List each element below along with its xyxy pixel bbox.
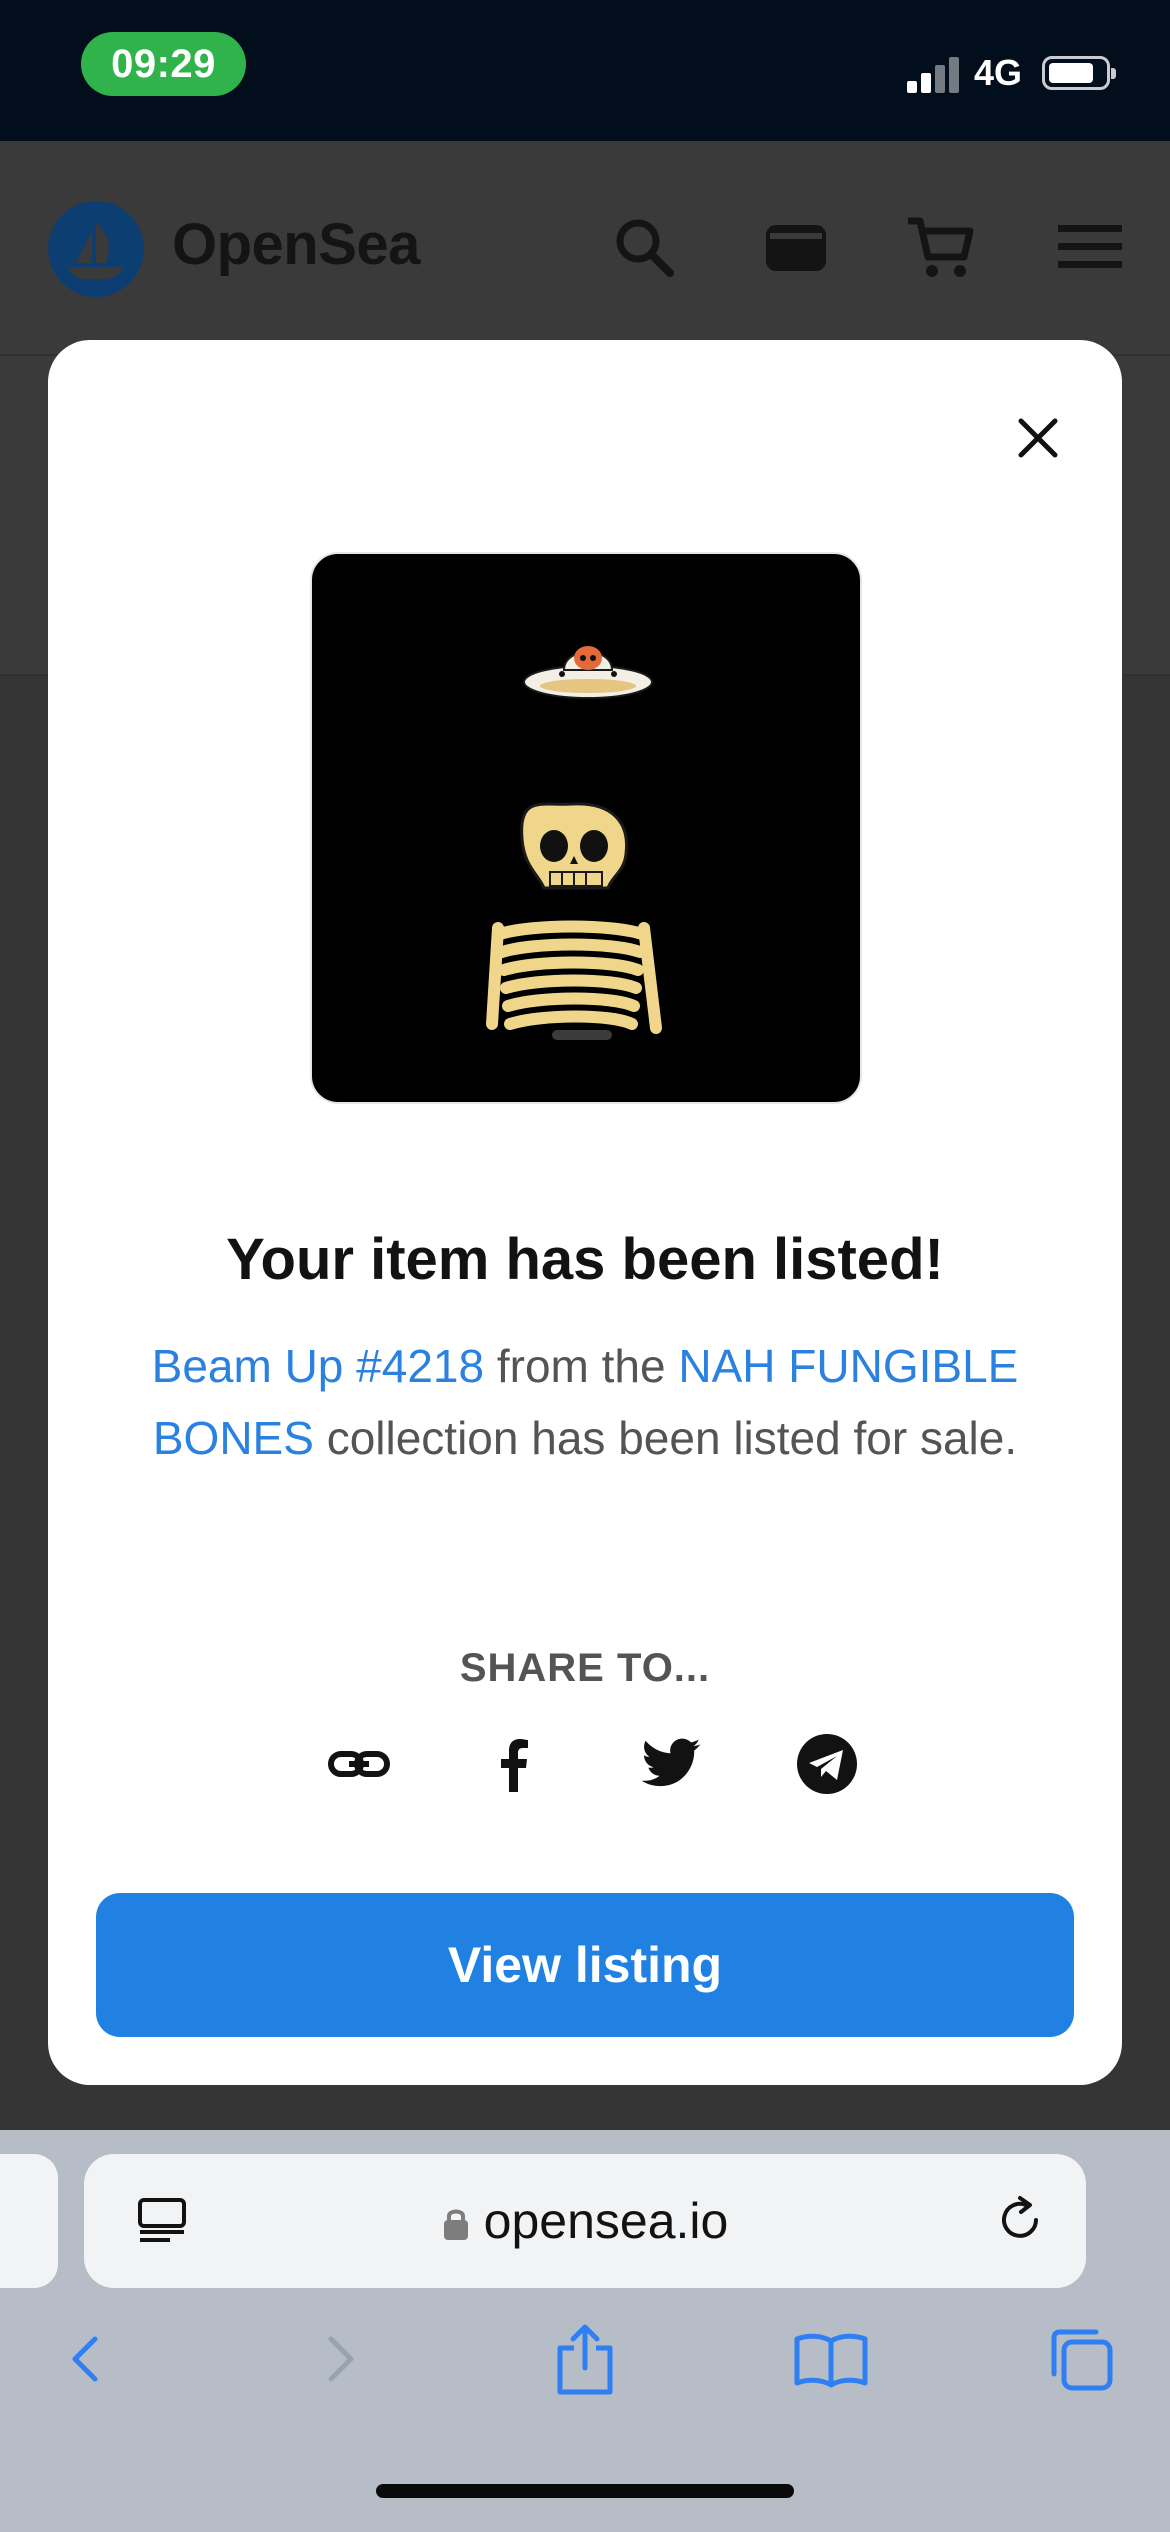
share-icon[interactable] xyxy=(540,2314,630,2404)
network-type: 4G xyxy=(974,52,1023,93)
share-buttons xyxy=(48,1724,1122,1804)
description-suffix: collection has been listed for sale. xyxy=(313,1412,1018,1464)
listing-headline: Your item has been listed! xyxy=(226,1227,944,1292)
tabs-icon[interactable] xyxy=(1036,2314,1126,2404)
listing-success-modal: Your item has been listed! Beam Up #4218… xyxy=(48,340,1122,2085)
link-icon[interactable] xyxy=(319,1724,399,1804)
back-icon[interactable] xyxy=(42,2314,132,2404)
cart-icon[interactable] xyxy=(904,211,976,283)
browser-toolbar: opensea.io xyxy=(0,2130,1170,2532)
url-display[interactable]: opensea.io xyxy=(84,2192,1086,2254)
facebook-icon[interactable] xyxy=(474,1724,554,1804)
reload-icon[interactable] xyxy=(990,2190,1050,2250)
item-name-link[interactable]: Beam Up #4218 xyxy=(152,1340,484,1392)
url-text: opensea.io xyxy=(483,2193,729,2249)
listing-description: Beam Up #4218 from the NAH FUNGIBLE BONE… xyxy=(128,1330,1042,1474)
twitter-icon[interactable] xyxy=(631,1724,711,1804)
opensea-logo-icon xyxy=(48,201,144,297)
status-bar: 09:29 4G xyxy=(0,0,1170,141)
search-icon[interactable] xyxy=(608,211,680,283)
close-icon[interactable] xyxy=(1008,408,1068,468)
brand-name: OpenSea xyxy=(172,212,420,277)
home-indicator[interactable] xyxy=(376,2484,794,2498)
share-label: SHARE TO... xyxy=(459,1646,711,1690)
bookmarks-icon[interactable] xyxy=(786,2314,876,2404)
nft-image xyxy=(310,552,862,1104)
site-header: OpenSea xyxy=(0,141,1170,356)
forward-icon[interactable] xyxy=(294,2314,384,2404)
menu-icon[interactable] xyxy=(1054,211,1126,283)
signal-icon xyxy=(907,55,961,93)
previous-tab[interactable] xyxy=(0,2154,58,2288)
description-connector: from the xyxy=(484,1340,679,1392)
battery-icon xyxy=(1042,56,1116,90)
telegram-icon[interactable] xyxy=(787,1724,867,1804)
status-time: 09:29 xyxy=(81,32,246,96)
view-listing-button[interactable]: View listing xyxy=(96,1893,1074,2037)
wallet-icon[interactable] xyxy=(760,211,832,283)
address-bar[interactable]: opensea.io xyxy=(84,2154,1086,2288)
lock-icon xyxy=(442,2196,470,2254)
